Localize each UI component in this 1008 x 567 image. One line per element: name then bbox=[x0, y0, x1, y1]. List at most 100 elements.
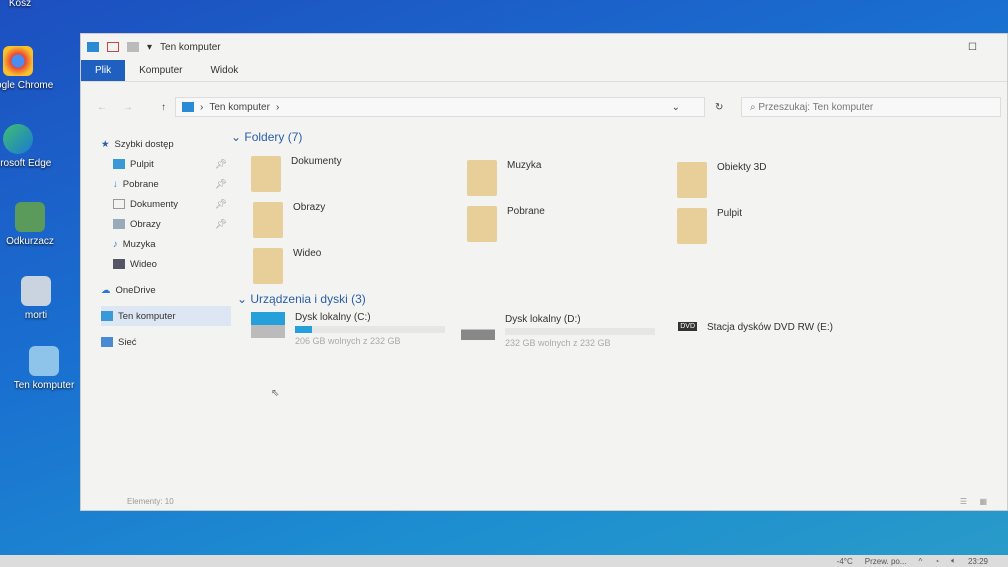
search-input[interactable]: ⌕ Przeszukaj: Ten komputer bbox=[741, 97, 1001, 117]
computer-icon bbox=[87, 42, 99, 52]
tab-widok[interactable]: Widok bbox=[196, 60, 252, 81]
address-row: ← → ↑ › Ten komputer › ⌄ ↻ ⌕ Przeszukaj:… bbox=[81, 94, 1007, 120]
nav-network[interactable]: Sieć bbox=[101, 332, 231, 352]
search-placeholder: Przeszukaj: Ten komputer bbox=[758, 102, 874, 113]
folder-obiekty-3d[interactable]: Obiekty 3D bbox=[677, 162, 766, 198]
label: Dysk lokalny (D:) bbox=[505, 314, 581, 325]
address-bar[interactable]: › Ten komputer › ⌄ bbox=[175, 97, 705, 117]
drive-e-dvd[interactable]: DVD Stacja dysków DVD RW (E:) bbox=[663, 322, 833, 342]
status-bar-count: Elementy: 10 bbox=[127, 497, 174, 506]
network-icon[interactable]: ◔ bbox=[934, 557, 939, 566]
app-icon bbox=[15, 202, 45, 232]
label: Pulpit bbox=[130, 158, 154, 170]
label: Szybki dostęp bbox=[114, 138, 174, 150]
desktop-icon bbox=[113, 159, 125, 169]
nav-item-pulpit[interactable]: Pulpit 📌︎ bbox=[101, 154, 231, 174]
drive-icon bbox=[461, 314, 495, 340]
folder-dokumenty[interactable]: Dokumenty bbox=[251, 156, 342, 192]
folder-obrazy[interactable]: Obrazy bbox=[253, 202, 325, 238]
forward-button[interactable]: → bbox=[123, 102, 133, 113]
label: Odkurzacz bbox=[6, 236, 54, 247]
desktop-icon-recycle-bin[interactable]: Kosz bbox=[0, 0, 60, 9]
maximize-button[interactable]: ☐ bbox=[968, 42, 977, 53]
label: Wideo bbox=[130, 258, 157, 270]
clock[interactable]: 23:29 bbox=[968, 557, 988, 566]
edge-icon bbox=[3, 124, 33, 154]
quick-access-dropdown[interactable]: ▾ bbox=[147, 42, 152, 53]
document-icon bbox=[113, 199, 125, 209]
devices-header[interactable]: ⌄ Urządzenia i dyski (3) bbox=[237, 292, 366, 306]
show-hidden-icons[interactable]: ^ bbox=[919, 557, 923, 566]
nav-item-dokumenty[interactable]: Dokumenty 📌︎ bbox=[101, 194, 231, 214]
pictures-folder-icon bbox=[253, 202, 283, 238]
details-view-button[interactable]: ☰ bbox=[960, 497, 967, 506]
separator: › bbox=[275, 101, 280, 113]
dvd-badge: DVD bbox=[678, 322, 697, 331]
title-bar: ▾ Ten komputer ☐ bbox=[81, 34, 1007, 60]
label: Obrazy bbox=[130, 218, 161, 230]
music-icon: ♪ bbox=[113, 238, 118, 250]
properties-icon[interactable] bbox=[107, 42, 119, 52]
nav-onedrive[interactable]: ☁ OneDrive bbox=[101, 280, 231, 300]
folders-header[interactable]: ⌄ Foldery (7) bbox=[231, 130, 302, 144]
label: OneDrive bbox=[115, 284, 156, 296]
label: Microsoft Edge bbox=[0, 158, 52, 169]
folder-pulpit[interactable]: Pulpit bbox=[677, 208, 742, 244]
weather-temp[interactable]: -4°C bbox=[837, 557, 853, 566]
history-dropdown[interactable]: ⌄ bbox=[672, 102, 680, 113]
desktop-icon-this-pc[interactable]: Ten komputer bbox=[4, 346, 84, 391]
folder-muzyka[interactable]: Muzyka bbox=[467, 160, 541, 196]
folder-pobrane[interactable]: Pobrane bbox=[467, 206, 545, 242]
weather-text[interactable]: Przew. po... bbox=[865, 557, 907, 566]
nav-item-pobrane[interactable]: ↓ Pobrane 📌︎ bbox=[101, 174, 231, 194]
label: Muzyka bbox=[122, 238, 156, 250]
label: Pobrane bbox=[507, 206, 545, 217]
folder-wideo[interactable]: Wideo bbox=[253, 248, 321, 284]
pin-icon: 📌︎ bbox=[214, 198, 227, 210]
ribbon-tabs: Plik Komputer Widok bbox=[81, 60, 1007, 82]
pin-icon: 📌︎ bbox=[214, 178, 227, 190]
back-button[interactable]: ← bbox=[97, 102, 107, 113]
tiles-view-button[interactable]: ▦ bbox=[979, 497, 987, 506]
up-button[interactable]: ↑ bbox=[161, 102, 166, 113]
documents-folder-icon bbox=[251, 156, 281, 192]
label: Dysk lokalny (C:) bbox=[295, 312, 371, 323]
breadcrumb-this-pc[interactable]: Ten komputer bbox=[209, 102, 270, 113]
desktop-icon-odkurzacz[interactable]: Odkurzacz bbox=[0, 202, 70, 247]
pin-icon: 📌︎ bbox=[214, 158, 227, 170]
tab-plik[interactable]: Plik bbox=[81, 60, 126, 81]
label: Sieć bbox=[118, 336, 137, 348]
refresh-button[interactable]: ↻ bbox=[715, 102, 723, 113]
tab-komputer[interactable]: Komputer bbox=[125, 60, 196, 81]
desktop-icon-chrome[interactable]: Google Chrome bbox=[0, 46, 58, 91]
desktop-icon-edge[interactable]: Microsoft Edge bbox=[0, 124, 58, 169]
new-folder-icon[interactable] bbox=[127, 42, 139, 52]
video-icon bbox=[113, 259, 125, 269]
drive-usage-bar bbox=[295, 326, 445, 333]
nav-this-pc[interactable]: Ten komputer bbox=[101, 306, 231, 326]
free-space: 206 GB wolnych z 232 GB bbox=[295, 336, 401, 346]
label: Stacja dysków DVD RW (E:) bbox=[707, 322, 833, 333]
separator: › bbox=[200, 101, 204, 113]
3d-objects-folder-icon bbox=[677, 162, 707, 198]
nav-item-wideo[interactable]: Wideo bbox=[101, 254, 231, 274]
navigation-pane: ★ Szybki dostęp Pulpit 📌︎ ↓ Pobrane 📌︎ Dokum… bbox=[101, 134, 231, 352]
nav-item-obrazy[interactable]: Obrazy 📌︎ bbox=[101, 214, 231, 234]
computer-icon bbox=[29, 346, 59, 376]
chrome-icon bbox=[3, 46, 33, 76]
volume-icon[interactable]: 🔈︎ bbox=[951, 556, 956, 566]
downloads-folder-icon bbox=[467, 206, 497, 242]
label: Pobrane bbox=[122, 178, 159, 190]
label: Ten komputer bbox=[118, 310, 176, 322]
taskbar: -4°C Przew. po... ^ ◔ 🔈︎ 23:29 bbox=[0, 555, 1008, 567]
drive-d[interactable]: Dysk lokalny (D:) 232 GB wolnych z 232 GB bbox=[461, 314, 655, 349]
desktop-icon-morti[interactable]: morti bbox=[0, 276, 76, 321]
download-icon: ↓ bbox=[113, 178, 118, 190]
drive-c[interactable]: Dysk lokalny (C:) 206 GB wolnych z 232 GB bbox=[251, 312, 445, 347]
computer-icon bbox=[101, 311, 113, 321]
label: Foldery (7) bbox=[244, 130, 303, 144]
nav-quick-access[interactable]: ★ Szybki dostęp bbox=[101, 134, 231, 154]
label: Wideo bbox=[293, 248, 322, 259]
nav-item-muzyka[interactable]: ♪ Muzyka bbox=[101, 234, 231, 254]
label: Pulpit bbox=[717, 208, 743, 219]
